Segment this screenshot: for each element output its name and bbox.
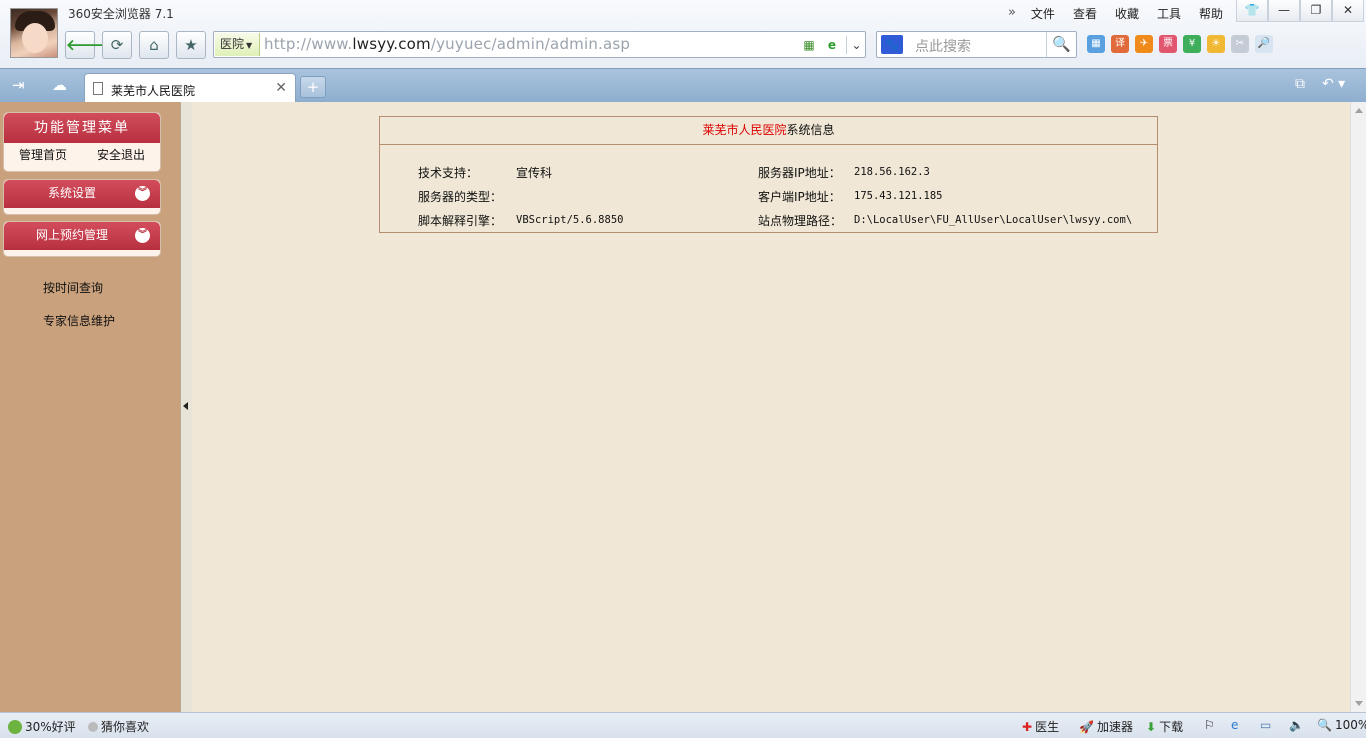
script-engine-label: 脚本解释引擎： bbox=[418, 214, 503, 228]
section-system-settings[interactable]: 系统设置 ︾ bbox=[3, 179, 161, 215]
ticket-icon[interactable]: 票 bbox=[1159, 35, 1177, 53]
tab-label: 莱芜市人民医院 bbox=[111, 84, 196, 98]
menu-bar: » 文件 查看 收藏 工具 帮助 bbox=[1002, 5, 1232, 22]
apple-icon bbox=[8, 719, 22, 734]
translate-icon[interactable]: 译 bbox=[1111, 35, 1129, 53]
menu-item-expert-maintenance[interactable]: 专家信息维护 bbox=[43, 312, 115, 329]
weather-icon[interactable]: ☀ bbox=[1207, 35, 1225, 53]
menu-favorites[interactable]: 收藏 bbox=[1106, 5, 1148, 22]
server-type-label: 服务器的类型： bbox=[418, 190, 503, 204]
magnifier-icon[interactable]: 🔎 bbox=[1255, 35, 1273, 53]
collapse-arrow-icon[interactable] bbox=[183, 402, 188, 410]
left-menu-frame: 功能管理菜单 管理首页 安全退出 系统设置 ︾ 网上预约管理 ︾ 按时间查询 专… bbox=[0, 102, 180, 712]
user-avatar[interactable] bbox=[10, 8, 58, 58]
refresh-button[interactable]: ⟳ bbox=[102, 31, 132, 59]
scroll-down-icon[interactable] bbox=[1355, 701, 1363, 706]
menu-tools[interactable]: 工具 bbox=[1148, 5, 1190, 22]
flag-icon[interactable]: ⚐ bbox=[1204, 718, 1215, 732]
restore-tabs-icon[interactable]: ⧉ bbox=[1295, 76, 1305, 92]
section-online-booking[interactable]: 网上预约管理 ︾ bbox=[3, 221, 161, 257]
address-bar[interactable]: 医院 ▼ http://www.lwsyy.com/yuyuec/admin/ad… bbox=[213, 31, 866, 58]
section-label: 系统设置 bbox=[47, 186, 96, 200]
security-shield-icon[interactable]: ¥ bbox=[1183, 35, 1201, 53]
tech-support-label: 技术支持： bbox=[418, 166, 479, 180]
menu-help[interactable]: 帮助 bbox=[1190, 5, 1232, 22]
tab-hospital[interactable]: 莱芜市人民医院 ✕ bbox=[84, 73, 296, 103]
app-title: 360安全浏览器 7.1 bbox=[68, 7, 174, 21]
main-frame: 莱芜市人民医院系统信息 技术支持： 宣传科 服务器的类型： 脚本解释引擎： VB… bbox=[192, 102, 1350, 712]
address-tag[interactable]: 医院 ▼ bbox=[215, 33, 260, 56]
system-info-table: 莱芜市人民医院系统信息 技术支持： 宣传科 服务器的类型： 脚本解释引擎： VB… bbox=[379, 116, 1158, 233]
search-input[interactable]: 点此搜索 bbox=[915, 36, 971, 56]
flight-icon[interactable]: ✈ bbox=[1135, 35, 1153, 53]
double-chevron-down-icon[interactable]: ︾ bbox=[135, 228, 150, 243]
tech-support-value: 宣传科 bbox=[516, 166, 553, 180]
server-ip-value: 218.56.162.3 bbox=[854, 166, 930, 178]
page-content: 功能管理菜单 管理首页 安全退出 系统设置 ︾ 网上预约管理 ︾ 按时间查询 专… bbox=[0, 102, 1366, 712]
circle-icon bbox=[88, 721, 98, 732]
cloud-sync-icon[interactable]: ☁ bbox=[52, 76, 67, 94]
medical-cross-icon: ✚ bbox=[1022, 719, 1033, 734]
accelerator-widget[interactable]: 🚀 加速器 bbox=[1079, 718, 1133, 735]
undo-close-icon[interactable]: ↶ ▾ bbox=[1322, 76, 1345, 92]
page-icon bbox=[93, 82, 103, 95]
sidebar-toggle-icon[interactable]: ⇥ bbox=[12, 76, 25, 94]
toolbar-icons: ▦ 译 ✈ 票 ¥ ☀ ✂ 🔎 bbox=[1087, 35, 1273, 53]
title-bar: 360安全浏览器 7.1 » 文件 查看 收藏 工具 帮助 👕 — ❐ ✕ 🡐 … bbox=[0, 0, 1366, 68]
search-box[interactable]: 🐾 点此搜索 🔍 bbox=[876, 31, 1077, 58]
status-bar: 30%好评 猜你喜欢 ✚ 医生 🚀 加速器 ⬇ 下载 ⚐ e ▭ 🔈 🔍 100… bbox=[0, 712, 1366, 738]
address-dropdown-icon[interactable]: ⌄ bbox=[846, 36, 866, 54]
zoom-control[interactable]: 🔍 100% bbox=[1317, 718, 1366, 732]
script-engine-value: VBScript/5.6.8850 bbox=[516, 214, 624, 226]
frame-splitter[interactable] bbox=[180, 102, 192, 712]
search-icon[interactable]: 🔍 bbox=[1046, 32, 1076, 57]
physical-path-value: D:\LocalUser\FU_AllUser\LocalUser\lwsyy.… bbox=[854, 214, 1133, 226]
close-window-button[interactable]: ✕ bbox=[1332, 0, 1364, 22]
client-ip-value: 175.43.121.185 bbox=[854, 190, 943, 202]
back-button[interactable]: 🡐 bbox=[65, 31, 106, 59]
menu-view[interactable]: 查看 bbox=[1064, 5, 1106, 22]
menu-file[interactable]: 文件 bbox=[1022, 5, 1064, 22]
vertical-scrollbar[interactable] bbox=[1350, 102, 1366, 712]
volume-icon[interactable]: 🔈 bbox=[1289, 718, 1304, 732]
system-info-title: 莱芜市人民医院系统信息 bbox=[380, 117, 1157, 145]
download-arrow-icon: ⬇ bbox=[1146, 719, 1157, 734]
physical-path-label: 站点物理路径： bbox=[758, 214, 843, 228]
new-tab-button[interactable]: + bbox=[300, 76, 326, 98]
guess-you-like-widget[interactable]: 猜你喜欢 bbox=[88, 718, 149, 735]
zoom-magnifier-icon: 🔍 bbox=[1317, 718, 1332, 732]
apps-grid-icon[interactable]: ▦ bbox=[1087, 35, 1105, 53]
screenshot-icon[interactable]: ✂ bbox=[1231, 35, 1249, 53]
skin-shirt-icon[interactable]: 👕 bbox=[1236, 0, 1268, 22]
server-ip-label: 服务器IP地址： bbox=[758, 166, 841, 180]
double-chevron-down-icon[interactable]: ︾ bbox=[135, 186, 150, 201]
rocket-icon: 🚀 bbox=[1079, 719, 1094, 734]
safe-logout-link[interactable]: 安全退出 bbox=[97, 146, 145, 163]
qr-code-icon[interactable]: ▦ bbox=[800, 36, 818, 54]
restore-button[interactable]: ❐ bbox=[1300, 0, 1332, 22]
home-button[interactable]: ⌂ bbox=[139, 31, 169, 59]
search-engine-icon[interactable]: 🐾 bbox=[881, 35, 903, 54]
close-tab-icon[interactable]: ✕ bbox=[275, 80, 287, 96]
doctor-widget[interactable]: ✚ 医生 bbox=[1022, 718, 1059, 735]
admin-home-link[interactable]: 管理首页 bbox=[19, 146, 67, 163]
function-menu-box: 功能管理菜单 管理首页 安全退出 bbox=[3, 112, 161, 172]
minimize-button[interactable]: — bbox=[1268, 0, 1300, 22]
window-controls: 👕 — ❐ ✕ bbox=[1236, 0, 1364, 22]
ie-icon[interactable]: e bbox=[1231, 718, 1238, 732]
section-label: 网上预约管理 bbox=[35, 228, 108, 242]
download-widget[interactable]: ⬇ 下载 bbox=[1146, 718, 1183, 735]
rating-widget[interactable]: 30%好评 bbox=[8, 718, 76, 735]
window-icon[interactable]: ▭ bbox=[1260, 718, 1271, 732]
ie-mode-icon[interactable]: e bbox=[823, 36, 841, 54]
scroll-up-icon[interactable] bbox=[1355, 108, 1363, 113]
address-url[interactable]: http://www.lwsyy.com/yuyuec/admin/admin.… bbox=[264, 35, 630, 53]
client-ip-label: 客户端IP地址： bbox=[758, 190, 841, 204]
function-menu-title: 功能管理菜单 bbox=[4, 113, 160, 143]
more-chevron-icon[interactable]: » bbox=[1002, 5, 1022, 22]
tab-strip: ⇥ ☁ 莱芜市人民医院 ✕ + ⧉ ↶ ▾ bbox=[0, 68, 1366, 103]
menu-item-query-by-time[interactable]: 按时间查询 bbox=[43, 279, 103, 296]
favorite-star-button[interactable]: ★ bbox=[176, 31, 206, 59]
